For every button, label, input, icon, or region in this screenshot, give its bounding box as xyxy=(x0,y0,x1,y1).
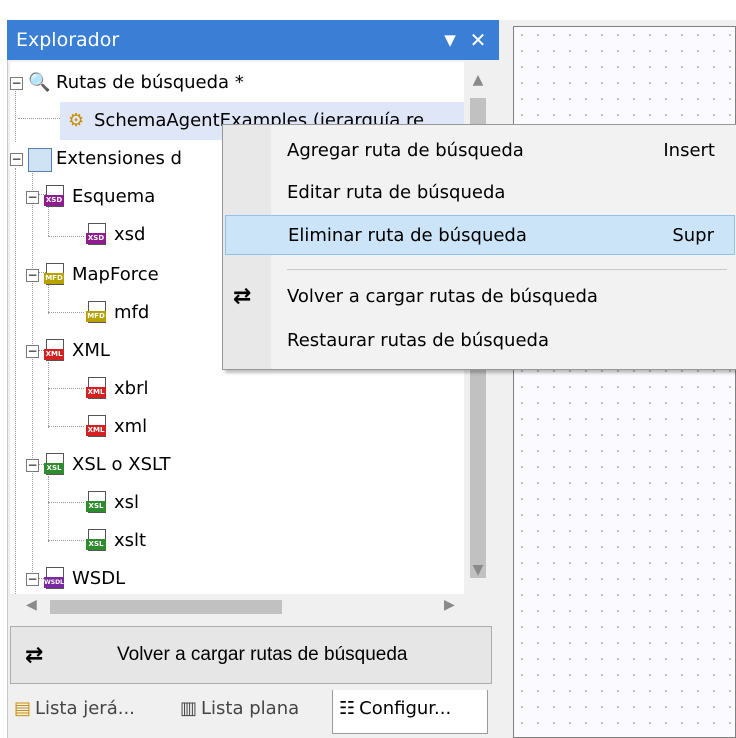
reload-button-label: Volver a cargar rutas de búsqueda xyxy=(117,644,408,665)
settings-icon: ☷ xyxy=(339,698,356,719)
tree-node-label: mfd xyxy=(114,302,150,323)
app-frame: Explorador ▼ ✕ − 🔍 Rutas de búsqueda * ⚙… xyxy=(0,0,736,738)
xsl-file-icon: XSL xyxy=(86,529,106,553)
collapse-toggle[interactable]: − xyxy=(26,573,39,586)
scroll-up-icon[interactable]: ▲ xyxy=(464,72,492,88)
tree-node-label: XML xyxy=(72,340,110,361)
search-icon: 🔍 xyxy=(28,72,51,93)
reload-icon: ⇄ xyxy=(25,643,44,668)
gear-folder-icon: ⚙ xyxy=(68,110,85,131)
document-icon: ▥ xyxy=(180,698,198,719)
tab-label: Lista plana xyxy=(201,698,300,719)
menu-shortcut: Insert xyxy=(663,140,715,161)
scroll-right-icon[interactable]: ▶ xyxy=(444,597,455,613)
tree-node-label: xbrl xyxy=(114,378,149,399)
explorer-tabs: ▤ Lista jerá... ▥ Lista plana ☷ Configur... xyxy=(10,690,492,734)
tab-flat-list[interactable]: ▥ Lista plana xyxy=(180,690,299,728)
menu-item-restore-search-paths[interactable]: Restaurar rutas de búsqueda xyxy=(225,321,735,361)
mfd-file-icon: MFD xyxy=(44,263,64,287)
collapse-toggle[interactable]: − xyxy=(26,345,39,358)
tree-node-label: Esquema xyxy=(72,186,156,207)
context-menu: Agregar ruta de búsqueda Insert Editar r… xyxy=(222,124,736,370)
mfd-file-icon: MFD xyxy=(86,301,106,325)
menu-item-label: Restaurar rutas de búsqueda xyxy=(287,330,549,351)
tree-node-label: MapForce xyxy=(72,264,159,285)
collapse-toggle[interactable]: − xyxy=(10,153,23,166)
xml-file-icon: XML xyxy=(86,377,106,401)
scroll-thumb[interactable] xyxy=(50,600,282,614)
tab-hierarchical-list[interactable]: ▤ Lista jerá... xyxy=(14,690,135,728)
menu-item-label: Editar ruta de búsqueda xyxy=(287,182,506,203)
dropdown-arrow-icon[interactable]: ▼ xyxy=(437,26,463,54)
hierarchy-icon: ▤ xyxy=(14,698,32,719)
menu-item-add-search-path[interactable]: Agregar ruta de búsqueda Insert xyxy=(225,131,735,171)
collapse-toggle[interactable]: − xyxy=(26,269,39,282)
xsd-file-icon: XSD xyxy=(86,223,106,247)
tree-node-label: xsl xyxy=(114,492,140,513)
tab-label: Lista jerá... xyxy=(35,698,135,719)
collapse-toggle[interactable]: − xyxy=(26,459,39,472)
reload-search-paths-button[interactable]: ⇄ Volver a cargar rutas de búsqueda xyxy=(10,626,492,684)
menu-item-label: Volver a cargar rutas de búsqueda xyxy=(287,286,598,307)
collapse-toggle[interactable]: − xyxy=(26,191,39,204)
tree-node-label: Extensiones d xyxy=(56,148,182,169)
menu-item-label: Agregar ruta de búsqueda xyxy=(287,140,524,161)
tab-configuration[interactable]: ☷ Configur... xyxy=(332,690,488,734)
menu-item-label: Eliminar ruta de búsqueda xyxy=(288,225,527,246)
tree-node-label: Rutas de búsqueda * xyxy=(56,72,244,93)
tree-node-label: xml xyxy=(114,416,148,437)
menu-item-reload-search-paths[interactable]: ⇄ Volver a cargar rutas de búsqueda xyxy=(225,277,735,317)
collapse-toggle[interactable]: − xyxy=(10,77,23,90)
xsl-file-icon: XSL xyxy=(86,491,106,515)
xsl-file-icon: XSL xyxy=(44,453,64,477)
explorer-titlebar: Explorador ▼ ✕ xyxy=(7,20,499,60)
scroll-down-icon[interactable]: ▼ xyxy=(464,562,492,578)
panel-title: Explorador xyxy=(16,29,120,51)
wsdl-file-icon: WSDL xyxy=(44,567,64,591)
folder-icon xyxy=(28,148,52,172)
menu-shortcut: Supr xyxy=(672,225,714,246)
horizontal-scrollbar[interactable]: ◀ ▶ xyxy=(10,594,492,620)
tree-node-label: XSL o XSLT xyxy=(72,454,171,475)
menu-separator xyxy=(287,269,727,270)
tree-node-label: WSDL xyxy=(72,568,126,589)
menu-item-edit-search-path[interactable]: Editar ruta de búsqueda xyxy=(225,173,735,213)
reload-icon: ⇄ xyxy=(233,284,252,309)
tree-node-label: xsd xyxy=(114,224,146,245)
tree-node-label: xslt xyxy=(114,530,147,551)
tab-label: Configur... xyxy=(359,698,452,719)
scroll-left-icon[interactable]: ◀ xyxy=(26,597,37,613)
xsd-file-icon: XSD xyxy=(44,185,64,209)
tree-node-search-paths[interactable]: − 🔍 Rutas de búsqueda * xyxy=(10,64,464,102)
xml-file-icon: XML xyxy=(86,415,106,439)
menu-item-delete-search-path[interactable]: Eliminar ruta de búsqueda Supr xyxy=(225,215,735,255)
close-icon[interactable]: ✕ xyxy=(465,26,491,54)
xml-file-icon: XML xyxy=(44,339,64,363)
